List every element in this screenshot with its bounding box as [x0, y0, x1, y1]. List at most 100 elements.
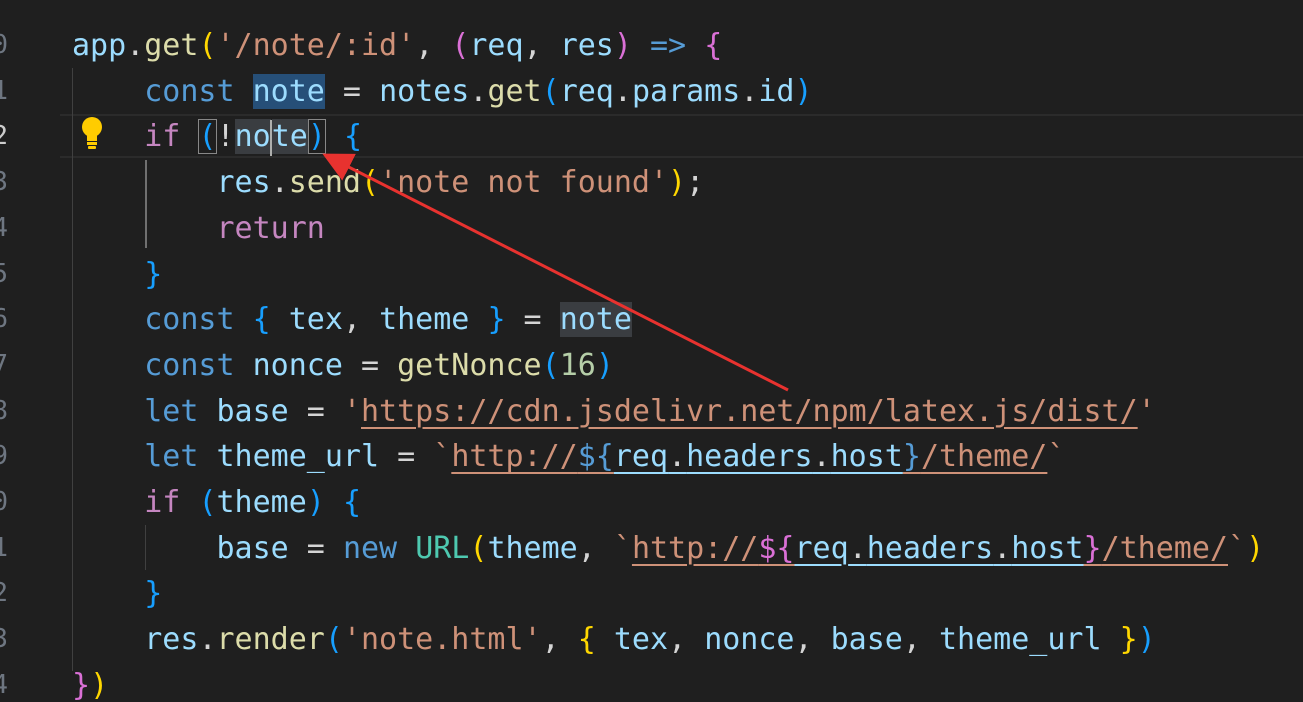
- code-line[interactable]: let theme_url = `http://${req.headers.ho…: [72, 434, 1065, 480]
- code-token: https://cdn.jsdelivr.net/npm/latex.js/di…: [361, 393, 1138, 429]
- code-token: ,: [577, 530, 614, 566]
- code-token: res: [144, 622, 199, 658]
- code-token: id: [758, 73, 795, 109]
- code-token: }: [1119, 622, 1138, 658]
- line-number: 7: [0, 349, 8, 380]
- code-token: .: [740, 73, 759, 109]
- code-token: =: [342, 347, 398, 383]
- code-token: base: [830, 622, 903, 658]
- code-line[interactable]: if (theme) {: [72, 480, 361, 526]
- code-line[interactable]: app.get('/note/:id', (req, res) => {: [72, 23, 722, 69]
- code-token: let: [144, 439, 199, 475]
- code-token: theme: [487, 530, 578, 566]
- code-line[interactable]: }): [72, 663, 108, 702]
- code-token: .: [812, 439, 831, 475]
- line-number: 4: [0, 212, 8, 243]
- code-token: .: [668, 439, 687, 475]
- code-token: ): [90, 667, 109, 702]
- code-token: req: [613, 439, 669, 475]
- code-line[interactable]: const note = notes.get(req.params.id): [72, 69, 813, 115]
- code-token: notes: [379, 73, 470, 109]
- code-token: theme_url: [939, 622, 1102, 658]
- code-line[interactable]: res.render('note.html', { tex, nonce, ba…: [72, 617, 1156, 663]
- code-token: if: [144, 485, 181, 520]
- code-token: (: [451, 28, 470, 63]
- line-number: 4: [0, 669, 8, 700]
- code-token: .: [198, 622, 217, 658]
- line-number: 0: [0, 30, 8, 60]
- code-token: !: [216, 119, 235, 155]
- code-token: new: [342, 530, 398, 566]
- code-token: /theme/: [1101, 530, 1228, 566]
- code-token: ): [306, 485, 325, 520]
- code-token: ${: [577, 439, 614, 475]
- code-line[interactable]: return: [72, 206, 325, 252]
- line-number: 9: [0, 441, 8, 472]
- code-token: res: [216, 165, 271, 201]
- code-token: const: [144, 302, 235, 338]
- code-token: (: [469, 530, 488, 566]
- code-token: ,: [415, 28, 452, 63]
- code-token: 16: [559, 347, 596, 383]
- line-number: 1: [0, 532, 8, 563]
- code-line[interactable]: let base = 'https://cdn.jsdelivr.net/npm…: [72, 389, 1155, 435]
- code-token: `: [433, 439, 452, 475]
- code-token: }: [902, 439, 921, 475]
- code-token: =: [288, 393, 343, 429]
- code-token: host: [830, 439, 903, 475]
- lightbulb-icon[interactable]: [78, 115, 106, 151]
- code-token: nonce: [252, 347, 343, 383]
- code-token: {: [704, 28, 723, 63]
- code-line[interactable]: const { tex, theme } = note: [72, 297, 632, 343]
- code-token: (: [198, 119, 217, 155]
- code-line[interactable]: base = new URL(theme, `http://${req.head…: [72, 526, 1265, 572]
- code-token: (: [324, 622, 343, 658]
- code-token: app: [72, 28, 127, 63]
- code-token: .: [126, 28, 145, 63]
- code-token: .: [613, 73, 632, 109]
- code-token: getNonce: [397, 347, 542, 383]
- code-line[interactable]: res.send('note not found');: [72, 160, 705, 206]
- code-token: headers: [866, 530, 994, 566]
- code-token: (: [361, 165, 380, 201]
- code-token: ': [342, 393, 361, 429]
- line-number: 2: [0, 121, 8, 152]
- code-line[interactable]: }: [72, 571, 162, 617]
- code-token: `: [613, 530, 632, 566]
- code-token: ): [307, 119, 326, 155]
- code-line[interactable]: const nonce = getNonce(16): [72, 343, 614, 389]
- code-token: (: [198, 485, 217, 520]
- code-token: http://: [451, 439, 578, 475]
- code-token: ;: [686, 165, 705, 201]
- code-line[interactable]: }: [72, 252, 162, 298]
- code-token: host: [1011, 530, 1084, 566]
- code-token: theme: [216, 485, 307, 520]
- code-token: }: [144, 256, 163, 292]
- code-token: }: [144, 576, 163, 612]
- code-token: ): [613, 28, 632, 63]
- code-token: req: [559, 73, 614, 109]
- code-token: (: [541, 73, 560, 109]
- code-line[interactable]: if (!note) {: [72, 114, 362, 160]
- code-token: ): [595, 347, 614, 383]
- code-token: params: [631, 73, 741, 109]
- code-token: if: [144, 119, 181, 155]
- code-token: {: [343, 119, 362, 155]
- code-editor[interactable]: 012345678901234 app.get('/note/:id', (re…: [0, 0, 1303, 702]
